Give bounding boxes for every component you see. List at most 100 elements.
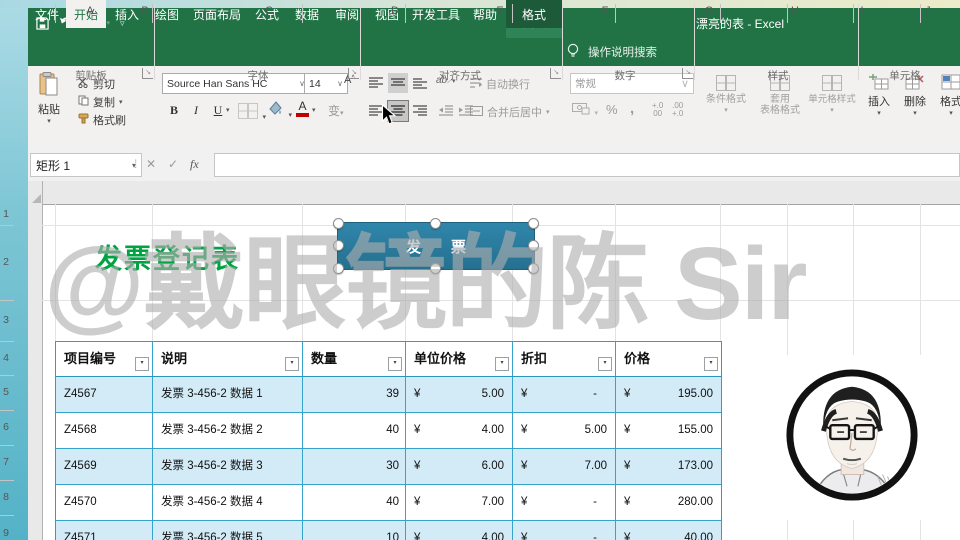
filter-button[interactable]: ▾: [704, 357, 718, 371]
select-all-corner[interactable]: [28, 181, 43, 205]
col-header-A[interactable]: A: [80, 0, 100, 23]
cell-desc[interactable]: 发票 3-456-2 数据 2: [153, 413, 303, 448]
cell-price[interactable]: ¥155.00: [616, 413, 721, 448]
filter-button[interactable]: ▾: [495, 357, 509, 371]
comma-style-button[interactable]: ,: [630, 100, 634, 117]
font-size-combo[interactable]: 14 ∨: [304, 73, 348, 94]
table-row[interactable]: Z4567 发票 3-456-2 数据 1 39 ¥5.00 ¥ - ¥195.0…: [56, 377, 721, 412]
row-header-8[interactable]: 8: [0, 491, 12, 503]
cell-item[interactable]: Z4568: [56, 413, 153, 448]
font-color-button[interactable]: A: [296, 100, 309, 117]
font-dialog-launcher[interactable]: ↘: [348, 68, 359, 79]
table-row[interactable]: Z4569 发票 3-456-2 数据 3 30 ¥6.00 ¥7.00 ¥17…: [56, 448, 721, 484]
shape-handle-w[interactable]: [333, 240, 344, 251]
enter-icon[interactable]: ✓: [168, 153, 178, 175]
row-header-5[interactable]: 5: [0, 386, 12, 398]
col-header-E[interactable]: E: [490, 0, 510, 23]
borders-button[interactable]: ▾: [238, 103, 266, 124]
cell-desc[interactable]: 发票 3-456-2 数据 5: [153, 521, 303, 540]
bold-button[interactable]: B: [164, 100, 184, 120]
cell-qty[interactable]: 10: [303, 521, 406, 540]
shape-handle-e[interactable]: [528, 240, 539, 251]
cell-discount[interactable]: ¥5.00: [513, 413, 616, 448]
row-header-9[interactable]: 9: [0, 527, 12, 539]
decrease-decimal-button[interactable]: .00 +.0: [672, 102, 683, 118]
underline-caret-icon[interactable]: ▾: [226, 106, 230, 114]
row-header-6[interactable]: 6: [0, 421, 12, 433]
cell-discount[interactable]: ¥ -: [513, 521, 616, 540]
shape-handle-sw[interactable]: [333, 263, 344, 274]
tell-me-search[interactable]: 操作说明搜索: [566, 38, 657, 66]
col-header-D[interactable]: D: [385, 0, 405, 23]
col-header-I[interactable]: I: [852, 0, 872, 23]
tab-developer[interactable]: 开发工具: [408, 0, 464, 28]
row-header-1[interactable]: 1: [0, 208, 12, 220]
table-row[interactable]: Z4571 发票 3-456-2 数据 5 10 ¥4.00 ¥ - ¥40.00: [56, 520, 721, 540]
phonetic-guide-button[interactable]: 变▾: [328, 102, 344, 119]
align-right-button[interactable]: [410, 101, 430, 121]
formula-input[interactable]: [214, 153, 960, 177]
tab-file[interactable]: 文件: [28, 0, 66, 28]
tab-page-layout[interactable]: 页面布局: [188, 0, 246, 28]
filter-button[interactable]: ▾: [598, 357, 612, 371]
number-dialog-launcher[interactable]: ↘: [682, 68, 693, 79]
align-top-button[interactable]: [366, 73, 386, 93]
cell-unit-price[interactable]: ¥7.00: [406, 485, 513, 520]
col-header-C[interactable]: C: [259, 0, 279, 23]
format-painter-button[interactable]: 格式刷: [78, 112, 126, 128]
fx-icon[interactable]: fx: [190, 153, 199, 175]
row-header-7[interactable]: 7: [0, 456, 12, 468]
cell-qty[interactable]: 30: [303, 449, 406, 484]
shape-handle-nw[interactable]: [333, 218, 344, 229]
cell-discount[interactable]: ¥7.00: [513, 449, 616, 484]
filter-button[interactable]: ▾: [135, 357, 149, 371]
increase-decimal-button[interactable]: +.0 00: [652, 102, 663, 118]
filter-button[interactable]: ▾: [285, 357, 299, 371]
cell-desc[interactable]: 发票 3-456-2 数据 4: [153, 485, 303, 520]
cell-unit-price[interactable]: ¥4.00: [406, 413, 513, 448]
underline-button[interactable]: U: [208, 100, 228, 120]
col-header-H[interactable]: H: [785, 0, 805, 23]
italic-button[interactable]: I: [186, 100, 206, 120]
cell-qty[interactable]: 40: [303, 485, 406, 520]
cell-unit-price[interactable]: ¥4.00: [406, 521, 513, 540]
row-header-4[interactable]: 4: [0, 352, 12, 364]
formula-bar-handle[interactable]: ⁞: [134, 153, 138, 175]
cell-item[interactable]: Z4567: [56, 377, 153, 412]
font-color-caret-icon[interactable]: ▾: [312, 106, 316, 114]
name-box[interactable]: 矩形 1 ▾: [30, 153, 142, 177]
fill-color-button[interactable]: ▾: [268, 101, 292, 122]
copy-button[interactable]: 复制 ▾: [78, 94, 123, 110]
col-header-G[interactable]: G: [699, 0, 719, 23]
cell-price[interactable]: ¥40.00: [616, 521, 721, 540]
align-middle-button[interactable]: [388, 73, 408, 93]
cell-item[interactable]: Z4570: [56, 485, 153, 520]
cell-price[interactable]: ¥280.00: [616, 485, 721, 520]
decrease-indent-button[interactable]: [436, 101, 456, 121]
cell-item[interactable]: Z4571: [56, 521, 153, 540]
col-header-F[interactable]: F: [595, 0, 615, 23]
filter-button[interactable]: ▾: [388, 357, 402, 371]
percent-style-button[interactable]: %: [606, 102, 618, 117]
cell-qty[interactable]: 39: [303, 377, 406, 412]
cell-desc[interactable]: 发票 3-456-2 数据 1: [153, 377, 303, 412]
shape-handle-s[interactable]: [430, 263, 441, 274]
table-row[interactable]: Z4570 发票 3-456-2 数据 4 40 ¥7.00 ¥ - ¥280.0…: [56, 484, 721, 520]
cell-qty[interactable]: 40: [303, 413, 406, 448]
tab-format[interactable]: 格式: [506, 0, 562, 28]
shape-handle-se[interactable]: [528, 263, 539, 274]
row-header-2[interactable]: 2: [0, 256, 12, 268]
table-row[interactable]: Z4568 发票 3-456-2 数据 2 40 ¥4.00 ¥5.00 ¥15…: [56, 412, 721, 448]
cell-unit-price[interactable]: ¥6.00: [406, 449, 513, 484]
accounting-format-button[interactable]: ▾: [572, 102, 598, 120]
cell-price[interactable]: ¥173.00: [616, 449, 721, 484]
col-header-J[interactable]: J: [918, 0, 938, 23]
alignment-dialog-launcher[interactable]: ↘: [550, 68, 561, 79]
merge-center-button[interactable]: 合并后居中 ▾: [470, 104, 550, 120]
clipboard-dialog-launcher[interactable]: ↘: [142, 68, 153, 79]
cell-discount[interactable]: ¥ -: [513, 485, 616, 520]
tab-data[interactable]: 数据: [288, 0, 326, 28]
shape-handle-ne[interactable]: [528, 218, 539, 229]
cell-price[interactable]: ¥195.00: [616, 377, 721, 412]
cell-item[interactable]: Z4569: [56, 449, 153, 484]
